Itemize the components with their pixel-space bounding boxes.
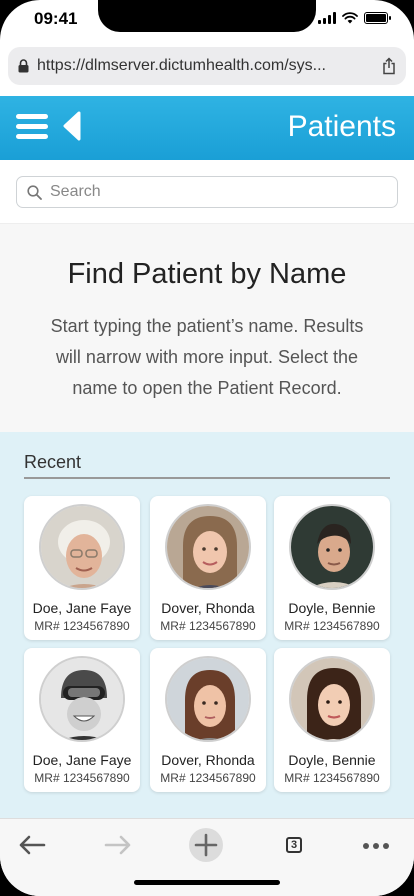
patient-card[interactable]: Doyle, Bennie MR# 1234567890 [274, 648, 390, 792]
back-icon[interactable] [62, 111, 82, 141]
patient-mr: MR# 1234567890 [284, 619, 380, 633]
recent-label: Recent [24, 452, 390, 479]
patient-mr: MR# 1234567890 [34, 771, 130, 785]
tab-count: 3 [286, 837, 302, 853]
page-title: Patients [287, 110, 396, 143]
battery-icon [364, 12, 391, 24]
recent-section: Recent Doe, Jane Faye MR# 1234567890 Dov… [0, 432, 414, 818]
signal-icon [318, 12, 336, 24]
search-section [0, 160, 414, 224]
intro-title: Find Patient by Name [67, 258, 347, 290]
patient-card[interactable]: Doe, Jane Faye MR# 1234567890 [24, 496, 140, 640]
notch [98, 0, 316, 32]
intro-section: Find Patient by Name Start typing the pa… [0, 224, 414, 432]
url-text[interactable]: https://dlmserver.dictumhealth.com/sys..… [37, 57, 382, 75]
patient-card[interactable]: Dover, Rhonda MR# 1234567890 [150, 496, 266, 640]
wifi-icon [342, 12, 358, 24]
share-icon[interactable] [382, 57, 396, 75]
status-icons [318, 12, 391, 24]
back-arrow-icon[interactable] [14, 827, 50, 863]
patient-name: Doe, Jane Faye [32, 600, 132, 616]
search-input[interactable] [50, 183, 397, 201]
app-header: Patients [0, 96, 414, 160]
more-icon[interactable] [358, 827, 394, 863]
patient-card[interactable]: Doe, Jane Faye MR# 1234567890 [24, 648, 140, 792]
patient-name: Doe, Jane Faye [32, 752, 132, 768]
avatar [165, 504, 251, 590]
new-tab-icon[interactable] [188, 827, 224, 863]
tabs-icon[interactable]: 3 [276, 827, 312, 863]
patient-name: Dover, Rhonda [161, 752, 255, 768]
url-bar[interactable]: https://dlmserver.dictumhealth.com/sys..… [8, 47, 406, 85]
forward-arrow-icon[interactable] [100, 827, 136, 863]
patient-name: Dover, Rhonda [161, 600, 255, 616]
status-time: 09:41 [34, 9, 78, 28]
lock-icon [18, 59, 29, 73]
patient-name: Doyle, Bennie [288, 752, 376, 768]
status-bar: 09:41 [0, 0, 414, 40]
avatar [39, 504, 125, 590]
avatar [39, 656, 125, 742]
patient-mr: MR# 1234567890 [160, 619, 256, 633]
patient-card[interactable]: Doyle, Bennie MR# 1234567890 [274, 496, 390, 640]
search-box[interactable] [16, 176, 398, 208]
phone-screen: 09:41 https://dlmserver.dictumhealth.com… [0, 0, 414, 896]
patient-mr: MR# 1234567890 [284, 771, 380, 785]
search-icon [27, 184, 42, 200]
patient-card[interactable]: Dover, Rhonda MR# 1234567890 [150, 648, 266, 792]
home-indicator [134, 880, 280, 885]
intro-description: Start typing the patient’s name. Results… [50, 316, 364, 398]
avatar [289, 656, 375, 742]
avatar [289, 504, 375, 590]
patient-mr: MR# 1234567890 [160, 771, 256, 785]
patient-name: Doyle, Bennie [288, 600, 376, 616]
patient-mr: MR# 1234567890 [34, 619, 130, 633]
avatar [165, 656, 251, 742]
menu-icon[interactable] [16, 114, 48, 140]
